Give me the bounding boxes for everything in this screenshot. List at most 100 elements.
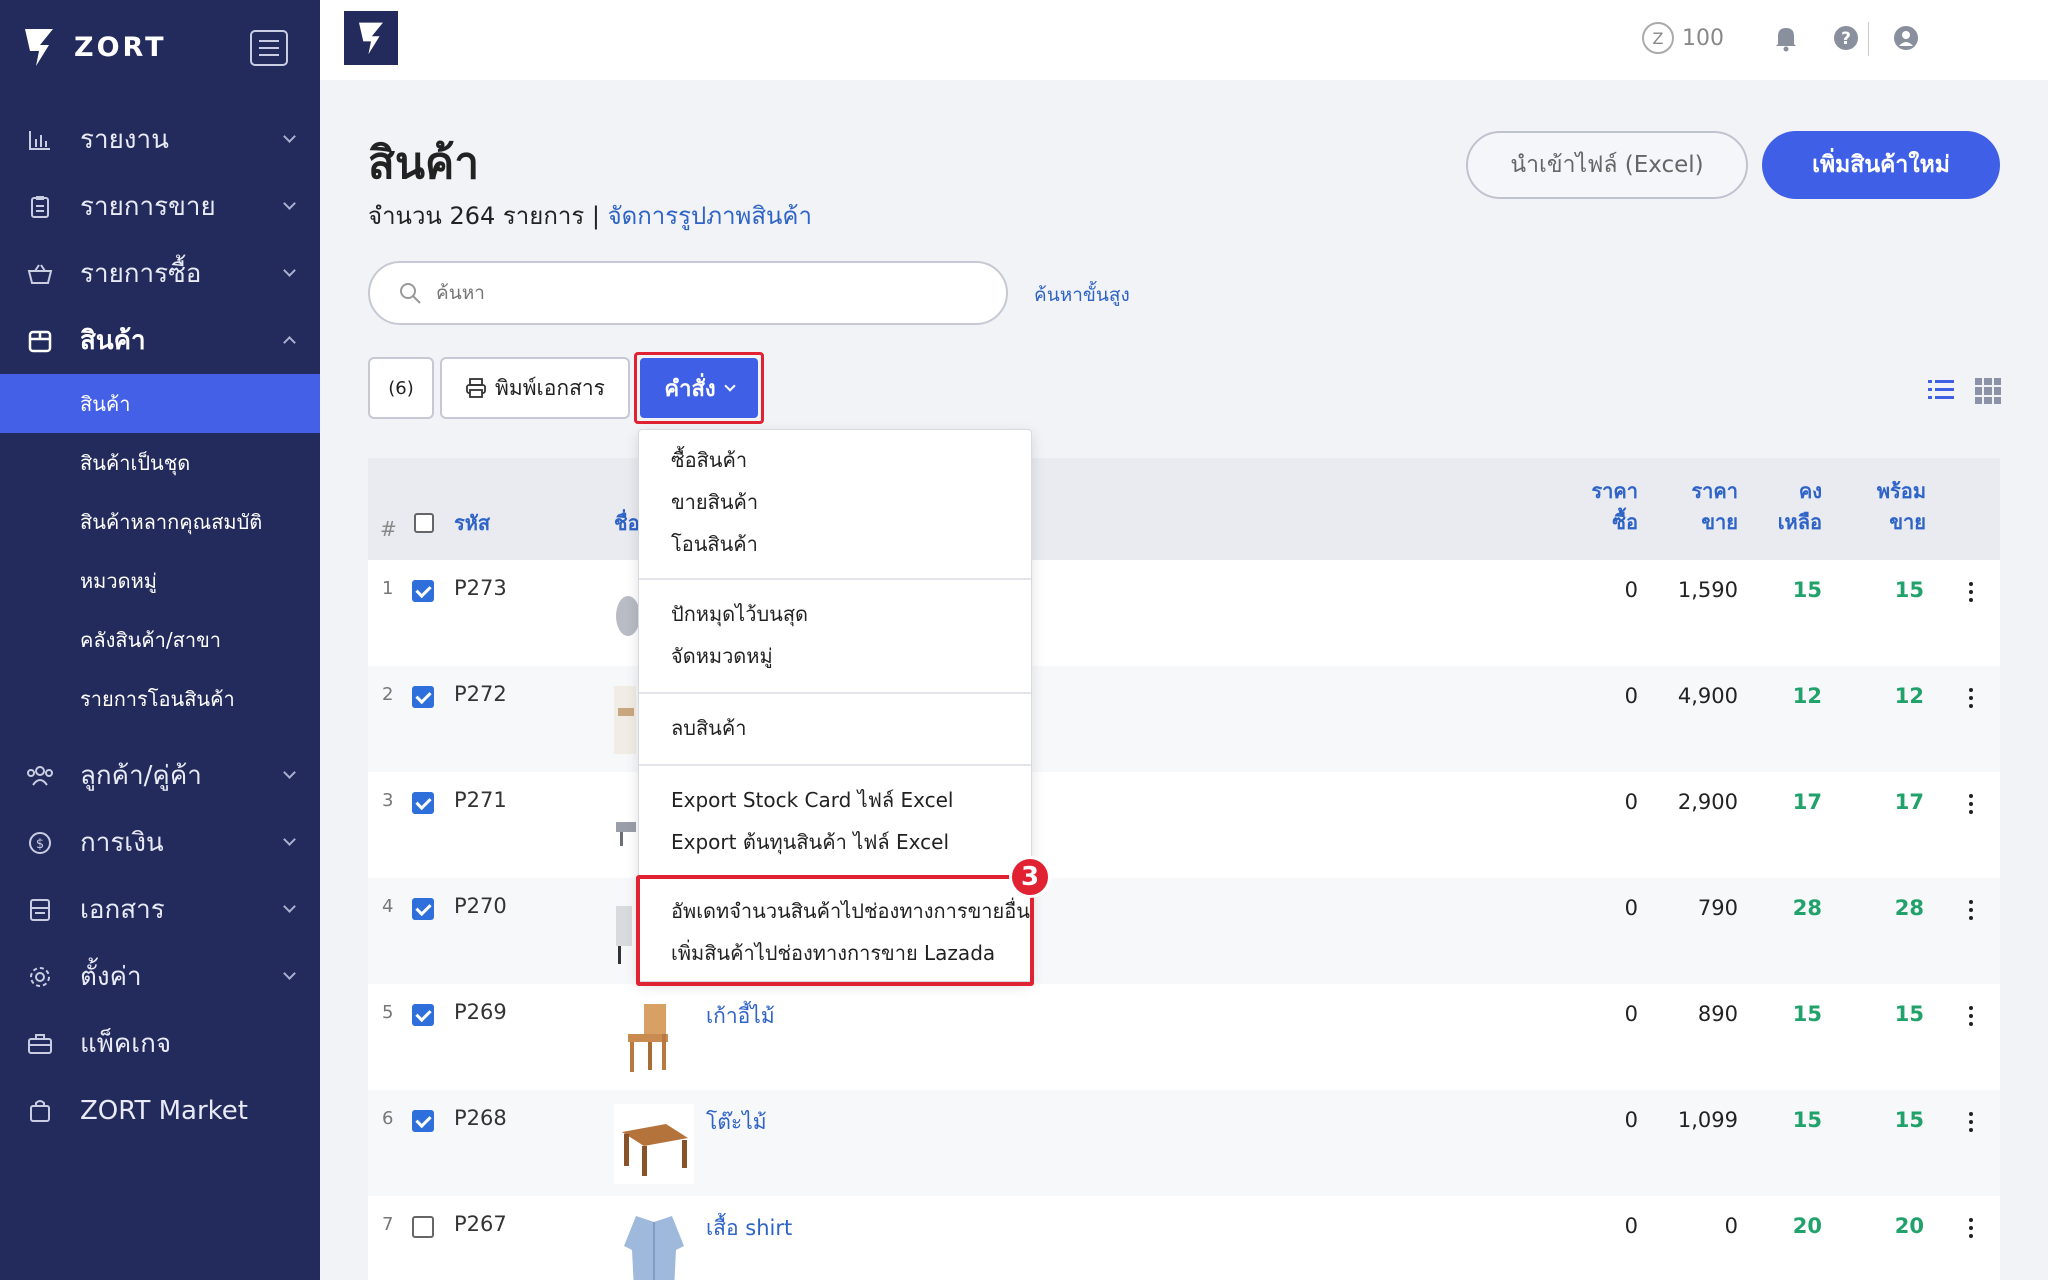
sidebar-item-reports[interactable]: รายงาน [0,106,320,173]
col-remaining[interactable]: คง เหลือ [1778,476,1822,538]
col-sell-price-line2: ขาย [1701,510,1738,534]
row-checkbox[interactable] [412,686,434,708]
user-icon[interactable] [1892,24,1920,52]
product-code: P268 [454,1106,507,1130]
buy-price: 0 [1624,1108,1638,1132]
table-row[interactable]: 1 P273 0 1,590 15 15 [368,560,2000,666]
menu-item-delete[interactable]: ลบสินค้า [639,707,1031,749]
sidebar-item-purchases[interactable]: รายการซื้อ [0,240,320,307]
product-thumbnail[interactable] [614,1210,694,1280]
product-name-link[interactable]: เสื้อ shirt [706,1212,792,1245]
sidebar-item-finance[interactable]: $ การเงิน [0,809,320,876]
product-name-link[interactable]: โต๊ะไม้ [706,1106,767,1139]
sidebar-subitem-warehouses[interactable]: คลังสินค้า/สาขา [0,610,320,669]
sidebar-subitem-bundles[interactable]: สินค้าเป็นชุด [0,433,320,492]
sidebar-subitem-variants[interactable]: สินค้าหลากคุณสมบัติ [0,492,320,551]
sell-price: 0 [1724,1214,1738,1238]
stock-ready: 15 [1894,1002,1924,1026]
row-checkbox[interactable] [412,1110,434,1132]
sidebar-item-label: ตั้งค่า [80,962,142,992]
print-documents-button[interactable]: พิมพ์เอกสาร [440,357,630,419]
sidebar-subitem-categories[interactable]: หมวดหมู่ [0,551,320,610]
more-options-icon[interactable] [1968,688,1974,708]
sidebar-subitem-products[interactable]: สินค้า [0,374,320,433]
menu-item-sell[interactable]: ขายสินค้า [639,481,1031,523]
advanced-search-link[interactable]: ค้นหาขั้นสูง [1034,280,1130,310]
row-checkbox[interactable] [412,1216,434,1238]
product-code: P271 [454,788,507,812]
col-sell-price-line1: ราคา [1691,479,1738,503]
import-excel-button[interactable]: นำเข้าไฟล์ (Excel) [1466,131,1748,199]
chevron-down-icon [283,900,296,913]
basket-icon [26,260,54,288]
col-sell-price[interactable]: ราคา ขาย [1691,476,1738,538]
menu-divider [639,764,1031,766]
manage-images-link[interactable]: จัดการรูปภาพสินค้า [608,202,812,230]
chevron-down-icon [283,833,296,846]
more-options-icon[interactable] [1968,582,1974,602]
sidebar-item-package[interactable]: แพ็คเกจ [0,1010,320,1077]
col-ready[interactable]: พร้อม ขาย [1877,476,1926,538]
menu-toggle-icon[interactable] [250,30,288,66]
more-options-icon[interactable] [1968,1218,1974,1238]
stock-ready: 15 [1894,578,1924,602]
select-all-checkbox[interactable] [414,513,434,533]
add-product-button[interactable]: เพิ่มสินค้าใหม่ [1762,131,2000,199]
page-title: สินค้า [368,138,480,189]
menu-item-transfer[interactable]: โอนสินค้า [639,523,1031,565]
product-thumbnail[interactable] [614,998,694,1078]
col-buy-price[interactable]: ราคา ซื้อ [1591,476,1638,538]
product-thumbnail[interactable] [614,1104,694,1184]
sidebar-item-sales[interactable]: รายการขาย [0,173,320,240]
table-row[interactable]: 3 P271 0 2,900 17 17 [368,772,2000,878]
row-checkbox[interactable] [412,1004,434,1026]
menu-group-delete: ลบสินค้า [639,707,1031,749]
sidebar-subitem-transfers[interactable]: รายการโอนสินค้า [0,669,320,728]
bell-icon[interactable] [1772,24,1800,52]
col-name[interactable]: ชื่อ [614,508,640,539]
sidebar-item-documents[interactable]: เอกสาร [0,876,320,943]
more-options-icon[interactable] [1968,1006,1974,1026]
chevron-down-icon [283,766,296,779]
row-index: 3 [382,790,394,811]
table-row[interactable]: 5 P269 เก้าอี้ไม้ 0 890 15 15 [368,984,2000,1090]
sidebar-item-settings[interactable]: ตั้งค่า [0,943,320,1010]
more-options-icon[interactable] [1968,1112,1974,1132]
menu-item-export-cost[interactable]: Export ต้นทุนสินค้า ไฟล์ Excel [639,821,1031,863]
row-checkbox[interactable] [412,792,434,814]
points-balance[interactable]: Z 100 [1642,22,1724,54]
sidebar-item-market[interactable]: ZORT Market [0,1077,320,1144]
table-row[interactable]: 2 P272 0 4,900 12 12 [368,666,2000,772]
menu-item-export-stock-card[interactable]: Export Stock Card ไฟล์ Excel [639,779,1031,821]
stock-remaining: 28 [1792,896,1822,920]
sidebar-item-products[interactable]: สินค้า [0,307,320,374]
search-input[interactable] [436,282,936,304]
selected-count-button[interactable]: (6) [368,357,434,419]
command-dropdown-button[interactable]: คำสั่ง [640,358,758,418]
row-checkbox[interactable] [412,580,434,602]
grid-view-icon[interactable] [1975,378,2001,404]
gear-icon [26,963,54,991]
row-checkbox[interactable] [412,898,434,920]
product-code: P267 [454,1212,507,1236]
product-name-link[interactable]: เก้าอี้ไม้ [706,1000,775,1033]
sidebar-item-customers[interactable]: ลูกค้า/คู่ค้า [0,742,320,809]
more-options-icon[interactable] [1968,900,1974,920]
col-ready-line1: พร้อม [1876,479,1926,503]
col-remaining-line2: เหลือ [1777,510,1822,534]
menu-item-categorize[interactable]: จัดหมวดหมู่ [639,635,1031,677]
table-row[interactable]: 7 P267 เสื้อ shirt 0 0 20 20 [368,1196,2000,1280]
brand-name: ZORT [74,31,167,63]
list-view-icon[interactable] [1928,378,1954,402]
menu-item-pin-top[interactable]: ปักหมุดไว้บนสุด [639,593,1031,635]
stock-ready: 15 [1894,1108,1924,1132]
brand[interactable]: ZORT [22,26,167,68]
table-row[interactable]: 4 P270 0 790 28 28 [368,878,2000,984]
help-icon[interactable]: ? [1832,24,1860,52]
stock-remaining: 15 [1792,578,1822,602]
more-options-icon[interactable] [1968,794,1974,814]
store-logo[interactable] [344,11,398,65]
menu-item-buy[interactable]: ซื้อสินค้า [639,439,1031,481]
col-code[interactable]: รหัส [454,508,490,539]
table-row[interactable]: 6 P268 โต๊ะไม้ 0 1,099 15 15 [368,1090,2000,1196]
